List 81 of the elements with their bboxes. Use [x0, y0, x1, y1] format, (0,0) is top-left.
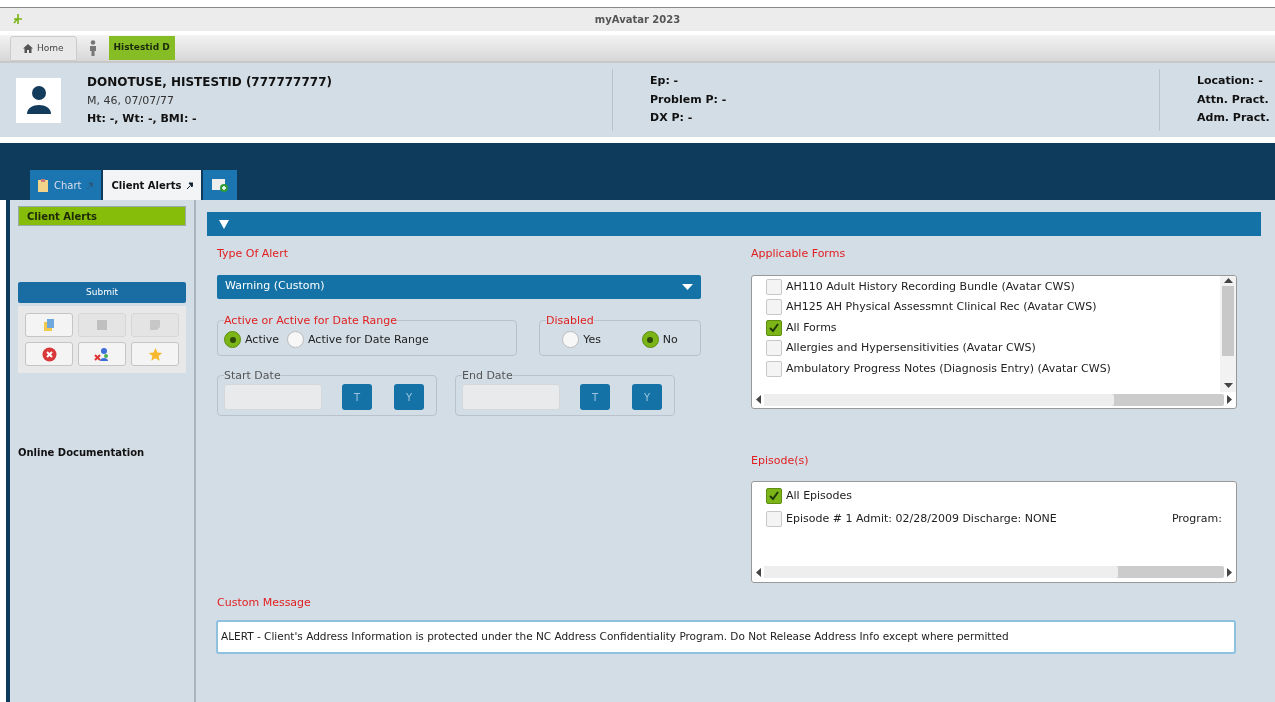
date-group-legend: Start Date — [224, 367, 281, 384]
checkbox[interactable] — [766, 299, 782, 316]
checkbox[interactable] — [766, 278, 782, 295]
vertical-scrollbar[interactable] — [1220, 275, 1236, 392]
form-option-label: AH110 Adult History Recording Bundle (Avatar CWS) — [786, 278, 1075, 295]
dropdown-caret-icon — [682, 283, 693, 290]
clipboard-icon — [38, 178, 48, 192]
scroll-right-arrow-icon[interactable] — [1227, 567, 1232, 577]
episodes-label: Episode(s) — [751, 452, 810, 469]
practice-info: Adm. Pract. — [1197, 110, 1271, 127]
patient-tab[interactable]: Histestid D — [108, 36, 175, 60]
episode-info: Problem P: - — [650, 91, 728, 108]
app-logo-icon — [12, 13, 24, 25]
practice-info: Location: - — [1197, 73, 1264, 90]
scroll-left-arrow-icon[interactable] — [756, 395, 761, 404]
toolbar-button[interactable] — [78, 342, 126, 366]
radio-group-legend: Active or Active for Date Range — [224, 312, 398, 329]
form-option-label: Allergies and Hypersensitivities (Avatar CWS) — [786, 340, 1036, 356]
radio-label: Active for Date Range — [308, 331, 429, 348]
collapse-caret-icon — [219, 219, 229, 229]
applicable-forms-label: Applicable Forms — [751, 246, 847, 262]
cancel-icon — [41, 346, 57, 362]
toolbar-button[interactable] — [25, 342, 73, 366]
window-title: myAvatar 2023 — [594, 13, 681, 27]
submit-button[interactable]: Submit — [18, 282, 186, 303]
star-icon — [147, 346, 163, 362]
radio-button[interactable] — [562, 331, 580, 349]
alert-type-dropdown[interactable]: Warning (Custom) — [217, 274, 701, 299]
episode-info: DX P: - — [650, 110, 694, 127]
person-icon — [88, 40, 97, 56]
chart-tab[interactable]: Client Alerts — [103, 170, 202, 200]
pin-icon — [187, 181, 194, 189]
date-shortcut-button[interactable]: T — [580, 384, 610, 411]
form-option-label: AH125 AH Physical Assessmnt Clinical Rec (Avatar CWS) — [786, 299, 1097, 315]
episode-option-label: Episode # 1 Admit: 02/28/2009 Discharge: NONE — [786, 510, 1057, 527]
scroll-up-arrow-icon[interactable] — [1223, 277, 1233, 283]
custom-message-label: Custom Message — [217, 595, 312, 611]
checkbox[interactable] — [766, 319, 782, 336]
type-of-alert-label: Type Of Alert — [217, 246, 289, 262]
home-icon — [23, 44, 33, 53]
episode-program-label: Program: — [1171, 510, 1222, 527]
add-page-icon — [212, 178, 229, 192]
checkbox[interactable] — [766, 360, 782, 377]
radio-group-legend: Disabled — [546, 312, 594, 329]
scroll-down-arrow-icon[interactable] — [1223, 382, 1233, 388]
chart-tab[interactable]: Chart — [30, 170, 102, 200]
radio-label: Active — [245, 331, 280, 348]
checkbox[interactable] — [766, 488, 782, 505]
custom-message-field[interactable]: ALERT - Client's Address Information is protected under the NC Address Confidentiality Program. Do Not Release Address Info except where permitted — [216, 619, 1236, 654]
square-icon — [95, 318, 109, 332]
home-tab[interactable]: Home — [10, 36, 77, 61]
add-tab-button[interactable] — [203, 170, 238, 200]
sidebar-item[interactable]: Client Alerts — [18, 206, 186, 226]
note-icon — [149, 319, 161, 331]
documents-icon — [42, 318, 56, 332]
date-shortcut-button[interactable]: T — [342, 384, 372, 411]
form-option-label: Ambulatory Progress Notes (Diagnosis Entry) (Avatar CWS) — [786, 360, 1111, 377]
online-documentation-link[interactable]: Online Documentation — [18, 445, 186, 460]
patient-name: DONOTUSE, HISTESTID (777777777) — [87, 73, 333, 91]
scroll-left-arrow-icon[interactable] — [756, 567, 761, 577]
person-silhouette-icon — [25, 85, 52, 115]
toolbar-button[interactable] — [25, 313, 73, 337]
radio-button[interactable] — [224, 331, 241, 349]
people-icon — [94, 346, 110, 362]
pin-icon — [87, 181, 94, 189]
radio-button[interactable] — [641, 331, 659, 349]
episode-info: Ep: - — [650, 73, 680, 90]
patient-demographics: M, 46, 07/07/77 — [87, 92, 175, 109]
date-group-legend: End Date — [462, 367, 513, 384]
checkbox[interactable] — [766, 340, 782, 357]
radio-label: No — [662, 331, 678, 348]
date-shortcut-button[interactable]: Y — [632, 384, 662, 411]
patient-vitals: Ht: -, Wt: -, BMI: - — [87, 111, 198, 127]
date-shortcut-button[interactable]: Y — [394, 384, 424, 411]
practice-info: Attn. Pract. — [1197, 91, 1270, 108]
radio-button[interactable] — [287, 331, 305, 349]
checkbox[interactable] — [766, 510, 782, 527]
form-option-label: All Forms — [786, 319, 837, 336]
episode-option-label: All Episodes — [786, 488, 853, 504]
radio-label: Yes — [583, 331, 602, 348]
scroll-right-arrow-icon[interactable] — [1227, 395, 1232, 404]
